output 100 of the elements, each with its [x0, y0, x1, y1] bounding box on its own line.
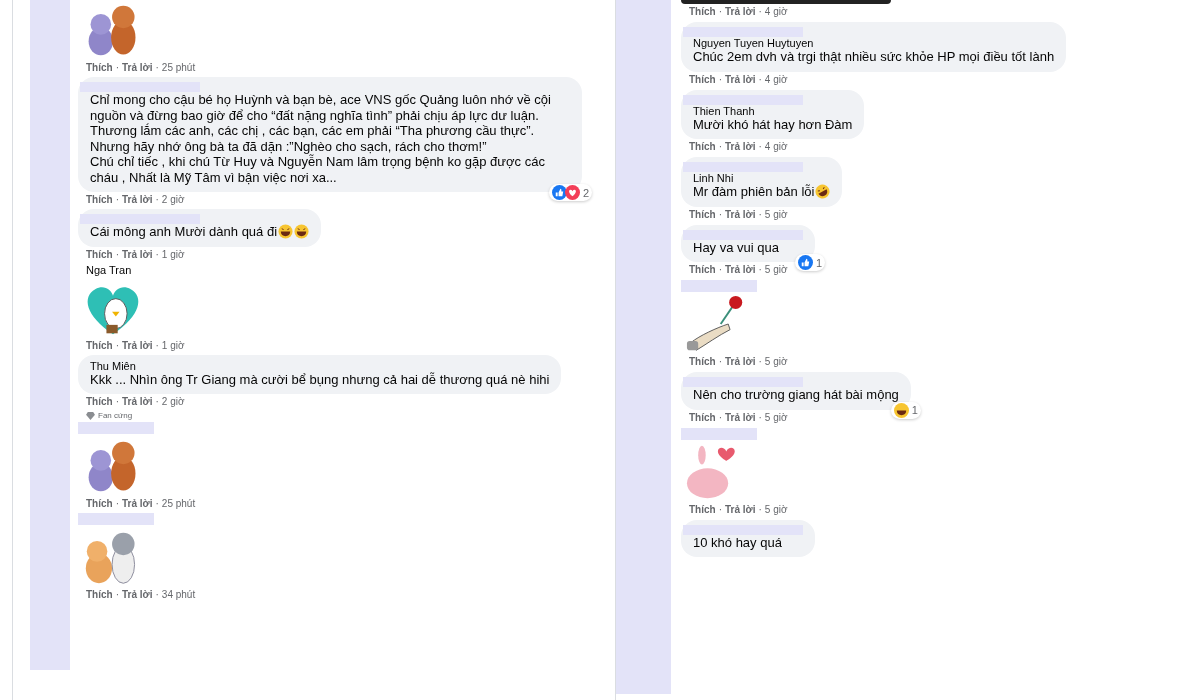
separator-dot: · — [718, 356, 722, 367]
comment-action-link[interactable]: Trả lời — [122, 339, 153, 351]
comment-action-link[interactable]: Trả lời — [725, 73, 756, 85]
separator-dot: · — [115, 396, 119, 407]
comment-action-link[interactable]: Thích — [689, 141, 716, 152]
comment-text: Chúc 2em dvh và trgi thật nhiều sức khỏe HP mọi điều tốt lành — [693, 49, 1055, 65]
comment-time[interactable]: 1 giờ — [161, 248, 185, 260]
separator-dot: · — [758, 6, 762, 17]
comment-action-link[interactable]: Trả lời — [122, 589, 153, 600]
comment-time[interactable]: 34 phút — [161, 589, 196, 600]
commenter-name[interactable]: Nga Tran — [78, 263, 132, 276]
comment-action-link[interactable]: Thích — [689, 411, 716, 423]
separator-dot: · — [155, 339, 159, 351]
separator-dot: · — [155, 62, 159, 73]
commenter-name[interactable]: Linh Nhi — [693, 172, 831, 184]
comment-action-link[interactable]: Thích — [86, 248, 113, 260]
comment-time[interactable]: 5 giờ — [764, 208, 788, 220]
thumbs-up-icon — [551, 185, 567, 200]
reaction-count[interactable]: 1 — [890, 401, 921, 419]
comment-action-link[interactable]: Thích — [689, 6, 716, 17]
comment-action-link[interactable]: Trả lời — [122, 62, 153, 73]
separator-dot: · — [155, 589, 159, 600]
comment-text: Cái mông anh Mười dành quá đi — [90, 224, 278, 240]
badge-label: Fan cứng — [98, 411, 133, 420]
separator-dot: · — [718, 503, 722, 515]
comment-time[interactable]: 25 phút — [161, 62, 196, 73]
commenter-name[interactable]: Nguyen Tuyen Huytuyen — [693, 37, 1055, 49]
laughing-emoji-icon — [893, 402, 909, 418]
comment-action-link[interactable]: Trả lời — [725, 6, 756, 17]
comment-time[interactable]: 5 giờ — [764, 356, 788, 367]
comment-action-link[interactable]: Trả lời — [725, 503, 756, 515]
separator-dot: · — [115, 589, 119, 600]
comment-action-link[interactable]: Thích — [86, 498, 113, 509]
separator-dot: · — [155, 194, 159, 205]
comment-time[interactable]: 5 giờ — [764, 411, 788, 423]
separator-dot: · — [718, 208, 722, 220]
comment-time[interactable]: 2 giờ — [161, 194, 185, 205]
comment-time[interactable]: 5 giờ — [764, 264, 788, 275]
separator-dot: · — [115, 339, 119, 351]
comment-action-link[interactable]: Trả lời — [122, 248, 153, 260]
rolling-laugh-emoji-icon — [815, 184, 831, 200]
comment-action-link[interactable]: Thích — [689, 356, 716, 367]
comment-action-link[interactable]: Thích — [86, 62, 113, 73]
separator-dot: · — [115, 194, 119, 205]
comment-action-link[interactable]: Trả lời — [122, 194, 153, 205]
separator-dot: · — [718, 73, 722, 85]
comment-time[interactable]: 25 phút — [161, 498, 196, 509]
comment-action-link[interactable]: Trả lời — [725, 411, 756, 423]
separator-dot: · — [758, 356, 762, 367]
separator-dot: · — [758, 73, 762, 85]
diamond-icon — [86, 411, 95, 420]
comment-time[interactable]: 1 giờ — [161, 339, 185, 351]
comment-action-link[interactable]: Thích — [86, 589, 113, 600]
comment-action-link[interactable]: Trả lời — [122, 396, 153, 407]
comment-text: Kkk ... Nhìn ông Tr Giang mà cười bể bụng nhưng cả hai dễ thương quá nè hihi — [90, 371, 550, 387]
comment-action-link[interactable]: Thích — [86, 396, 113, 407]
separator-dot: · — [758, 208, 762, 220]
commenter-name[interactable]: Thu Miên — [90, 359, 550, 372]
reaction-count[interactable]: 2 — [548, 184, 592, 201]
separator-dot: · — [718, 264, 722, 275]
comment-action-link[interactable]: Trả lời — [725, 141, 756, 152]
comment-action-link[interactable]: Trả lời — [725, 356, 756, 367]
comment-action-link[interactable]: Thích — [689, 73, 716, 85]
separator-dot: · — [155, 396, 159, 407]
laughing-emoji-icon — [278, 224, 294, 240]
laughing-emoji-icon — [294, 224, 310, 240]
comment-action-link[interactable]: Trả lời — [725, 208, 756, 220]
comment-text: Mr đàm phiên bản lỗi — [693, 184, 815, 200]
separator-dot: · — [155, 248, 159, 260]
comment-action-link[interactable]: Trả lời — [122, 498, 153, 509]
comment-text: Mười khó hát hay hơn Đàm — [693, 116, 853, 132]
comment-action-link[interactable]: Thích — [86, 194, 113, 205]
comment-text: Hay va vui qua — [693, 239, 779, 255]
separator-dot: · — [758, 503, 762, 515]
separator-dot: · — [718, 411, 722, 423]
reaction-count[interactable]: 1 — [794, 254, 825, 271]
separator-dot: · — [758, 141, 762, 152]
comment-action-link[interactable]: Thích — [689, 208, 716, 220]
comment-time[interactable]: 4 giờ — [764, 141, 788, 152]
separator-dot: · — [115, 62, 119, 73]
separator-dot: · — [155, 498, 159, 509]
comment-time[interactable]: 2 giờ — [161, 396, 185, 407]
separator-dot: · — [718, 141, 722, 152]
comment-time[interactable]: 4 giờ — [764, 6, 788, 17]
comment-text: 10 khó hay quá — [693, 534, 782, 550]
comment-time[interactable]: 4 giờ — [764, 73, 788, 85]
commenter-name[interactable]: Thien Thanh — [693, 104, 853, 117]
separator-dot: · — [115, 498, 119, 509]
comment-text: Nên cho trường giang hát bài mộng — [693, 387, 899, 403]
comment-action-link[interactable]: Thích — [689, 503, 716, 515]
comment-time[interactable]: 5 giờ — [764, 503, 788, 515]
comment-text: Chỉ mong cho cậu bé họ Huỳnh và bạn bè, ace VNS gốc Quảng luôn nhớ về cội nguồn và đừng bao giờ để cho “đất nặng nghĩa tình” phải chịu áp lực dư luận. Thương lắm các anh, các chị , các bạn, các em phải “Tha phương cầu thực”. Nhưng hãy nhớ ông bà ta đã dặn :”Nghèo cho sạch, rách cho thơm!” Chú chỉ tiếc , khi chú Từ Huy và Nguyễn Nam lâm trọng bệnh ko gặp được các cháu , Nhất là Mỹ Tâm vì bận việc nơi xa... — [90, 92, 552, 185]
thumbs-up-icon — [797, 255, 813, 270]
separator-dot: · — [718, 6, 722, 17]
separator-dot: · — [758, 264, 762, 275]
comment-action-link[interactable]: Thích — [86, 339, 113, 351]
comment-action-link[interactable]: Thích — [689, 264, 716, 275]
separator-dot: · — [115, 248, 119, 260]
separator-dot: · — [758, 411, 762, 423]
comment-action-link[interactable]: Trả lời — [725, 264, 756, 275]
